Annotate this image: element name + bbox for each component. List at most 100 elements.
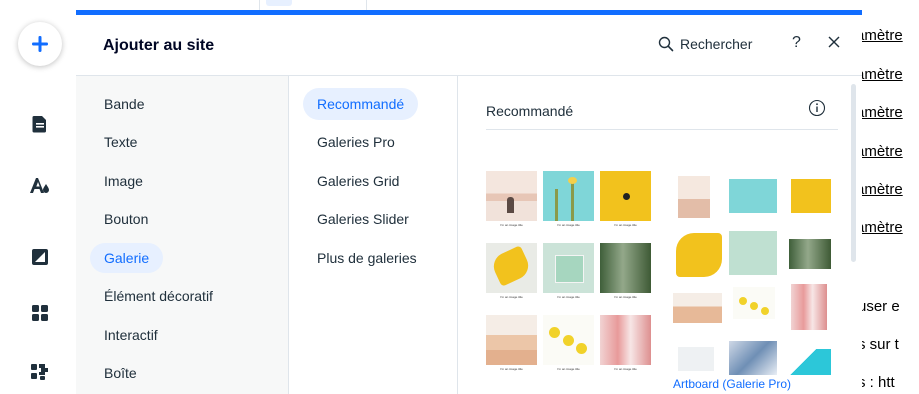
background-icon [32, 249, 48, 265]
search-button[interactable]: Rechercher [658, 36, 752, 52]
gallery-thumb-image [789, 239, 831, 269]
section-divider [486, 129, 838, 130]
theme-icon [30, 178, 49, 193]
green-window [555, 255, 584, 283]
subcategory-galeries-grid[interactable]: Galeries Grid [303, 165, 413, 197]
apps-button[interactable] [20, 293, 60, 333]
theme-button[interactable] [20, 166, 60, 206]
divider [259, 0, 260, 10]
gallery-thumb-image [678, 176, 710, 218]
thumb-caption: I'm an image title [557, 223, 580, 227]
thumb-caption: I'm an image title [614, 367, 637, 371]
gallery-thumb-image [600, 243, 651, 293]
lemon [576, 343, 587, 354]
gallery-thumb-image [791, 179, 831, 213]
gallery-thumb-image [673, 293, 722, 323]
editor-top-strip [76, 0, 866, 10]
page-link[interactable]: amètre [862, 219, 903, 236]
category-list: Bande Texte Image Bouton Galerie Élément… [76, 76, 289, 394]
thumb-caption: I'm an image title [500, 367, 523, 371]
left-toolbar [0, 0, 76, 394]
search-icon [658, 36, 674, 52]
gallery-presets: Recommandé I'm an image title I'm an ima… [458, 76, 862, 394]
thumb-caption: I'm an image title [614, 223, 637, 227]
lemon [750, 302, 758, 310]
gallery-preset-caption[interactable]: Artboard (Galerie Pro) [673, 377, 791, 391]
page-link[interactable]: amètre [862, 27, 903, 44]
page-text-line: s sur t [862, 336, 899, 353]
gallery-thumb-image [486, 243, 537, 293]
pages-button[interactable] [20, 104, 60, 144]
subcategory-galeries-pro[interactable]: Galeries Pro [303, 126, 409, 158]
apps-icon [32, 305, 48, 321]
lemon [761, 307, 769, 315]
category-image[interactable]: Image [90, 166, 157, 196]
page-link[interactable]: amètre [862, 181, 903, 198]
section-title: Recommandé [486, 103, 574, 119]
page-text-line: user e [862, 298, 900, 315]
info-icon [808, 99, 826, 117]
search-label: Rechercher [680, 36, 753, 52]
gallery-preset-grid[interactable]: I'm an image title I'm an image title I'… [486, 171, 652, 381]
gallery-thumb-image [789, 349, 831, 375]
page-link[interactable]: amètre [862, 104, 903, 121]
business-apps-button[interactable] [20, 352, 60, 392]
thumb-caption: I'm an image title [614, 295, 637, 299]
page-text-line: s : htt [862, 374, 895, 391]
puzzle-icon [31, 364, 48, 380]
page-link[interactable]: amètre [862, 66, 903, 83]
thumb-caption: I'm an image title [500, 223, 523, 227]
person-figure [507, 197, 514, 213]
close-button[interactable] [824, 32, 844, 52]
category-texte[interactable]: Texte [90, 127, 151, 157]
scrollbar[interactable] [851, 84, 856, 262]
gallery-thumb-image [600, 171, 651, 221]
thumb-caption: I'm an image title [500, 295, 523, 299]
divider [366, 0, 367, 10]
yellow-door-knob [623, 193, 630, 200]
gallery-thumb-image [600, 315, 651, 365]
gallery-thumb-image [543, 315, 594, 365]
flower [568, 177, 577, 184]
plant-stem [555, 189, 558, 221]
yellow-phone [489, 245, 533, 287]
lemon [549, 327, 560, 338]
subcategory-recommande[interactable]: Recommandé [303, 88, 419, 120]
category-interactif[interactable]: Interactif [90, 320, 172, 350]
category-boite[interactable]: Boîte [90, 358, 151, 388]
category-element-decoratif[interactable]: Élément décoratif [90, 281, 227, 311]
add-elements-button[interactable] [18, 22, 62, 66]
thumb-caption: I'm an image title [557, 295, 580, 299]
close-icon [828, 36, 840, 48]
background-page-content: amètre amètre amètre amètre amètre amètr… [862, 0, 919, 394]
gallery-thumb-image [543, 171, 594, 221]
help-button[interactable]: ? [792, 34, 801, 52]
subcategory-list: Recommandé Galeries Pro Galeries Grid Ga… [289, 76, 458, 394]
plant-stem [571, 181, 574, 221]
subcategory-plus-de-galeries[interactable]: Plus de galeries [303, 242, 431, 274]
category-bande[interactable]: Bande [90, 89, 158, 119]
lemon [563, 335, 574, 346]
gallery-thumb-image [486, 315, 537, 365]
background-button[interactable] [20, 237, 60, 277]
category-bouton[interactable]: Bouton [90, 204, 162, 234]
gallery-thumb-image [543, 243, 594, 293]
add-to-site-panel: Ajouter au site Rechercher ? Bande Texte… [76, 10, 862, 394]
gallery-preset-artboard[interactable] [673, 171, 831, 376]
gallery-thumb-image [791, 284, 827, 330]
category-galerie[interactable]: Galerie [90, 243, 164, 273]
top-tab-indicator [266, 0, 292, 6]
lemon [739, 297, 747, 305]
gallery-thumb-image [729, 179, 777, 213]
gallery-thumb-image [729, 341, 777, 375]
page-link[interactable]: amètre [862, 143, 903, 160]
info-button[interactable] [808, 99, 826, 117]
gallery-thumb-image [729, 231, 777, 275]
panel-header: Ajouter au site Rechercher ? [76, 15, 862, 76]
gallery-thumb-image [678, 347, 714, 371]
gallery-thumb-image [676, 233, 722, 277]
plus-icon [32, 36, 48, 52]
subcategory-galeries-slider[interactable]: Galeries Slider [303, 203, 423, 235]
panel-title: Ajouter au site [103, 37, 215, 54]
gallery-thumb-image [486, 171, 537, 221]
